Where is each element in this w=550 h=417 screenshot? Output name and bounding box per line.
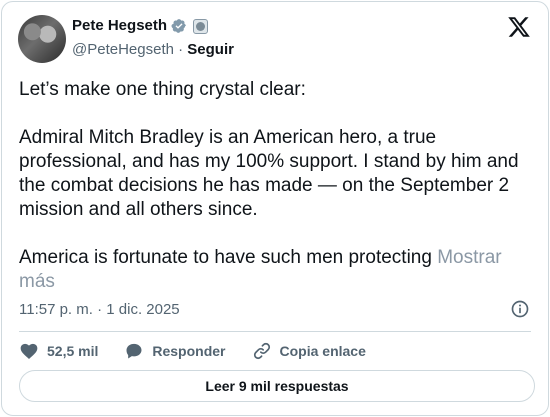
tweet-card: Pete Hegseth @PeteHegseth · Seguir Let’s…: [1, 1, 549, 416]
like-button[interactable]: 52,5 mil: [19, 341, 98, 361]
author-name-row: Pete Hegseth: [72, 16, 209, 36]
reply-label: Responder: [152, 343, 226, 359]
author-name[interactable]: Pete Hegseth: [72, 16, 167, 36]
verified-badge-icon: [171, 19, 186, 33]
tweet-timestamp[interactable]: 11:57 p. m. · 1 dic. 2025: [19, 300, 180, 320]
author-handle[interactable]: @PeteHegseth: [72, 41, 174, 58]
handle-row: @PeteHegseth · Seguir: [72, 40, 234, 60]
avatar[interactable]: [18, 15, 66, 63]
follow-button[interactable]: Seguir: [187, 41, 234, 58]
tweet-body: Let’s make one thing crystal clear: Admi…: [19, 79, 519, 268]
heart-icon: [20, 343, 38, 359]
x-logo-icon[interactable]: [507, 15, 531, 39]
read-replies-button[interactable]: Leer 9 mil respuestas: [19, 370, 535, 402]
reply-bubble-icon: [126, 343, 142, 359]
divider: [19, 331, 531, 332]
copy-link-button[interactable]: Copia enlace: [252, 341, 366, 361]
info-icon[interactable]: [510, 299, 530, 319]
affiliation-badge-icon[interactable]: [193, 18, 209, 34]
copy-link-label: Copia enlace: [279, 343, 366, 359]
action-bar: 52,5 mil Responder Copia enlace: [19, 340, 392, 362]
reply-button[interactable]: Responder: [124, 341, 226, 361]
likes-count: 52,5 mil: [47, 343, 99, 359]
separator-dot: ·: [178, 41, 184, 58]
link-icon: [253, 342, 270, 360]
tweet-text: Let’s make one thing crystal clear: Admi…: [19, 78, 535, 294]
